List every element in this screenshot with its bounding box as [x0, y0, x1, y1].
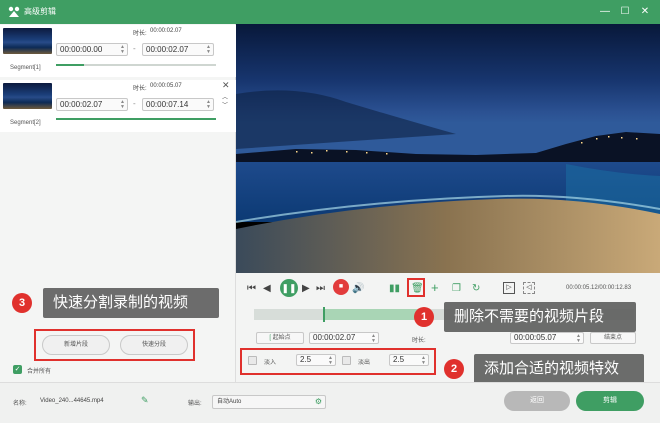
set-start-button[interactable]: [ 起始点	[256, 332, 304, 344]
trim-end-value: 00:00:05.07	[514, 333, 557, 342]
timeline-selection[interactable]	[324, 309, 424, 320]
segment-end-input[interactable]: 00:00:07.14 ▲ ▼	[142, 98, 214, 111]
spinner-icon[interactable]: ▲ ▼	[120, 45, 125, 55]
range-separator: -	[133, 44, 136, 53]
spinner-icon[interactable]: ▲ ▼	[120, 100, 125, 110]
quick-split-button[interactable]: 快速分段	[120, 335, 188, 355]
name-label: 名称:	[13, 401, 27, 407]
trim-start-value: 00:00:02.07	[313, 333, 356, 342]
segment-label: Segment[1]	[10, 65, 41, 71]
file-name: Video_240...44645.mp4	[40, 398, 104, 404]
close-button[interactable]: ✕	[638, 5, 652, 19]
timeline-handle-start[interactable]	[323, 307, 325, 322]
step-back-icon[interactable]: ◀	[263, 283, 271, 295]
fade-out-label: 淡出	[358, 360, 371, 366]
spinner-icon[interactable]: ▲ ▼	[328, 356, 333, 366]
segment-end-value: 00:00:02.07	[146, 45, 189, 54]
fade-out-value: 2.5	[393, 355, 405, 364]
fade-in-input[interactable]: 2.5 ▲ ▼	[296, 354, 336, 366]
segment-range-fill	[56, 64, 84, 66]
callout-1-badge: 1	[414, 307, 434, 327]
set-end-label: 结束点	[603, 335, 622, 341]
set-end-button[interactable]: 结束点	[590, 332, 636, 344]
app-logo-icon	[8, 6, 20, 17]
duration-value: 00:00:05.07	[150, 83, 182, 89]
video-frame	[236, 24, 660, 273]
callout-2-badge: 2	[444, 359, 464, 379]
segment-label: Segment[2]	[10, 120, 41, 126]
volume-icon[interactable]: 🔊	[352, 283, 364, 295]
duration-label: 时长:	[133, 31, 147, 37]
fade-in-checkbox[interactable]	[248, 356, 257, 365]
output-select[interactable]: 自动Auto ⚙	[212, 395, 326, 409]
segment-start-value: 00:00:02.07	[60, 100, 103, 109]
segment-item-1[interactable]: Segment[1] 时长: 00:00:02.07 00:00:00.00 ▲…	[0, 25, 236, 77]
output-label: 输出:	[188, 401, 202, 407]
bracket-left-icon: [	[269, 335, 271, 341]
segment-start-value: 00:00:00.00	[60, 45, 103, 54]
merge-all-label: 合并所有	[27, 369, 52, 375]
skip-end-icon[interactable]: ⏭	[316, 283, 325, 295]
segment-item-2[interactable]: Segment[2] 时长: 00:00:05.07 00:00:02.07 ▲…	[0, 80, 236, 132]
fade-out-input[interactable]: 2.5 ▲ ▼	[389, 354, 429, 366]
fade-in-label: 淡入	[264, 360, 277, 366]
edit-name-icon[interactable]: ✎	[141, 395, 149, 406]
range-separator: -	[133, 99, 136, 108]
step-forward-icon[interactable]: ▶	[302, 283, 310, 295]
callout-2: 添加合适的视频特效	[474, 354, 644, 384]
segment-thumbnail	[3, 83, 52, 109]
mark-in-icon[interactable]: ▷	[503, 282, 515, 294]
time-display: 00:00:05.12/00:00:12.83	[566, 285, 632, 291]
fade-in-value: 2.5	[300, 355, 312, 364]
trim-end-input[interactable]: 00:00:05.07 ▲ ▼	[510, 332, 584, 344]
segment-thumbnail	[3, 28, 52, 54]
fade-out-checkbox[interactable]	[342, 356, 351, 365]
segment-range-fill	[56, 118, 216, 120]
trim-start-input[interactable]: 00:00:02.07 ▲ ▼	[309, 332, 379, 344]
edit-button[interactable]: 剪辑	[576, 391, 644, 411]
pause-button[interactable]: ❚❚	[280, 279, 298, 297]
trim-duration-label: 时长:	[412, 338, 426, 344]
window-title: 高级剪辑	[24, 7, 56, 16]
gear-icon[interactable]: ⚙	[315, 396, 322, 408]
move-down-icon[interactable]: ﹀	[222, 100, 228, 109]
stop-button[interactable]: ■	[333, 279, 349, 295]
copy-icon[interactable]: ❐	[452, 283, 461, 295]
title-bar: 高级剪辑 — ☐ ✕	[0, 0, 660, 24]
delete-segment-icon[interactable]: ✕	[222, 80, 230, 91]
callout-3-badge: 3	[12, 293, 32, 313]
segment-start-input[interactable]: 00:00:00.00 ▲ ▼	[56, 43, 128, 56]
spinner-icon[interactable]: ▲ ▼	[371, 334, 376, 344]
back-button[interactable]: 返回	[504, 391, 570, 411]
spinner-icon[interactable]: ▲ ▼	[421, 356, 426, 366]
output-value: 自动Auto	[217, 399, 242, 405]
spinner-icon[interactable]: ▲ ▼	[206, 45, 211, 55]
mark-out-icon[interactable]: ◁	[523, 282, 535, 294]
segment-end-input[interactable]: 00:00:02.07 ▲ ▼	[142, 43, 214, 56]
set-start-label: 起始点	[272, 335, 291, 341]
segment-start-input[interactable]: 00:00:02.07 ▲ ▼	[56, 98, 128, 111]
segment-end-value: 00:00:07.14	[146, 100, 189, 109]
skip-start-icon[interactable]: ⏮	[247, 283, 256, 295]
new-segment-button[interactable]: 新增片段	[42, 335, 110, 355]
maximize-button[interactable]: ☐	[618, 5, 632, 19]
callout-3: 快速分割录制的视频	[43, 288, 219, 318]
split-icon[interactable]: ▮▮	[389, 283, 400, 295]
delete-icon[interactable]: 🗑	[411, 283, 424, 295]
add-icon[interactable]: +	[431, 281, 439, 294]
duration-label: 时长:	[133, 86, 147, 92]
spinner-icon[interactable]: ▲ ▼	[576, 334, 581, 344]
callout-1: 删除不需要的视频片段	[444, 302, 636, 332]
duration-value: 00:00:02.07	[150, 28, 182, 34]
spinner-icon[interactable]: ▲ ▼	[206, 100, 211, 110]
video-preview[interactable]	[236, 24, 660, 273]
merge-all-checkbox[interactable]: ✓	[13, 365, 22, 374]
rotate-icon[interactable]: ↻	[472, 283, 480, 295]
minimize-button[interactable]: —	[598, 5, 612, 19]
